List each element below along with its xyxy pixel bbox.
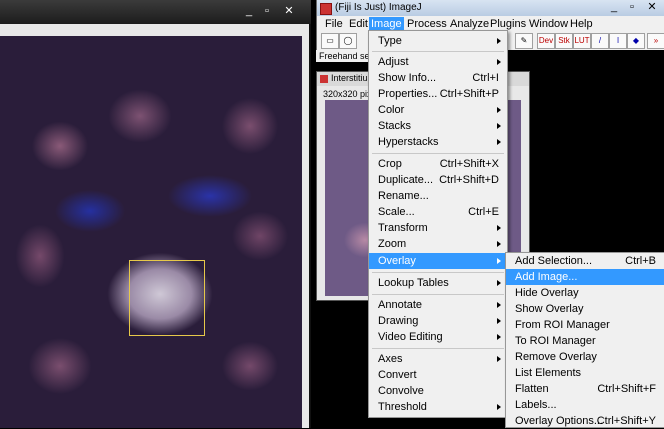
menu-separator — [372, 51, 504, 52]
chevron-right-icon — [497, 258, 501, 264]
menu-item-show-info[interactable]: Show Info... Ctrl+I — [369, 70, 507, 86]
fiji-app-icon — [320, 3, 332, 15]
menu-item-video-editing[interactable]: Video Editing — [369, 329, 507, 345]
menu-item-hyperstacks[interactable]: Hyperstacks — [369, 134, 507, 150]
menu-plugins[interactable]: Plugins — [488, 17, 528, 31]
minimize-icon[interactable]: _ — [240, 4, 258, 18]
chevron-right-icon — [497, 318, 501, 324]
menu-separator — [372, 294, 504, 295]
menu-separator — [372, 272, 504, 273]
dropper-tool-icon[interactable]: ✎ — [515, 33, 533, 49]
menu-process[interactable]: Process — [405, 17, 449, 31]
menu-item-flatten[interactable]: Flatten Ctrl+Shift+F — [506, 381, 664, 397]
rectangle-tool-icon[interactable]: ▭ — [321, 33, 339, 49]
menu-item-crop[interactable]: Crop Ctrl+Shift+X — [369, 156, 507, 172]
menu-item-hide-overlay[interactable]: Hide Overlay — [506, 285, 664, 301]
fiji-title: (Fiji Is Just) ImageJ — [335, 2, 422, 13]
menu-item-duplicate[interactable]: Duplicate... Ctrl+Shift+D — [369, 172, 507, 188]
menu-item-lookup-tables[interactable]: Lookup Tables — [369, 275, 507, 291]
menu-item-type[interactable]: Type — [369, 33, 507, 49]
image-menu: Type Adjust Show Info... Ctrl+I Propertie… — [368, 30, 508, 418]
menu-item-overlay[interactable]: Overlay — [369, 253, 507, 269]
menu-item-list-elements[interactable]: List Elements — [506, 365, 664, 381]
chevron-right-icon — [497, 334, 501, 340]
menu-item-to-roi-manager[interactable]: To ROI Manager — [506, 333, 664, 349]
menu-item-rename[interactable]: Rename... — [369, 188, 507, 204]
menu-item-adjust[interactable]: Adjust — [369, 54, 507, 70]
roi-rectangle[interactable] — [129, 260, 205, 336]
flood-fill-icon[interactable]: ◆ — [627, 33, 645, 49]
menu-item-overlay-options[interactable]: Overlay Options... Ctrl+Shift+Y — [506, 413, 664, 429]
chevron-right-icon — [497, 123, 501, 129]
menu-item-stacks[interactable]: Stacks — [369, 118, 507, 134]
fiji-titlebar[interactable]: (Fiji Is Just) ImageJ _ ▫ ✕ — [317, 0, 664, 16]
menu-item-zoom[interactable]: Zoom — [369, 236, 507, 252]
lut-tool-button[interactable]: LUT — [573, 33, 591, 49]
chevron-right-icon — [497, 302, 501, 308]
chevron-right-icon — [497, 38, 501, 44]
menu-item-remove-overlay[interactable]: Remove Overlay — [506, 349, 664, 365]
menu-item-add-selection[interactable]: Add Selection... Ctrl+B — [506, 253, 664, 269]
menu-item-from-roi-manager[interactable]: From ROI Manager — [506, 317, 664, 333]
menu-item-properties[interactable]: Properties... Ctrl+Shift+P — [369, 86, 507, 102]
chevron-right-icon — [497, 225, 501, 231]
close-icon[interactable]: ✕ — [643, 0, 661, 14]
second-window-title: Interstitiu — [331, 73, 368, 83]
menu-file[interactable]: File — [323, 17, 345, 31]
menu-edit[interactable]: Edit — [347, 17, 370, 31]
menu-separator — [372, 348, 504, 349]
brush-tool-icon[interactable]: ǀ — [609, 33, 627, 49]
menu-image[interactable]: Image — [369, 17, 404, 31]
oval-tool-icon[interactable]: ◯ — [339, 33, 357, 49]
menu-item-scale[interactable]: Scale... Ctrl+E — [369, 204, 507, 220]
close-icon[interactable]: ✕ — [280, 4, 298, 18]
menu-item-transform[interactable]: Transform — [369, 220, 507, 236]
dev-tool-button[interactable]: Dev — [537, 33, 555, 49]
menu-item-annotate[interactable]: Annotate — [369, 297, 507, 313]
overlay-submenu: Add Selection... Ctrl+B Add Image... Hide… — [505, 252, 664, 428]
left-window-titlebar[interactable]: _ ▫ ✕ — [0, 0, 311, 24]
menu-item-threshold[interactable]: Threshold — [369, 399, 507, 415]
menu-separator — [372, 153, 504, 154]
menu-item-show-overlay[interactable]: Show Overlay — [506, 301, 664, 317]
chevron-right-icon — [497, 241, 501, 247]
pencil-tool-icon[interactable]: / — [591, 33, 609, 49]
chevron-right-icon — [497, 356, 501, 362]
menu-window[interactable]: Window — [527, 17, 570, 31]
left-image-window: _ ▫ ✕ — [0, 0, 311, 428]
menu-item-labels[interactable]: Labels... — [506, 397, 664, 413]
image-window-icon — [320, 75, 328, 83]
menu-help[interactable]: Help — [568, 17, 595, 31]
chevron-right-icon — [497, 107, 501, 113]
stk-tool-button[interactable]: Stk — [555, 33, 573, 49]
menu-item-convert[interactable]: Convert — [369, 367, 507, 383]
menubar: File Edit Image Process Analyze Plugins … — [317, 17, 664, 31]
chevron-right-icon — [497, 404, 501, 410]
maximize-icon[interactable]: ▫ — [258, 4, 276, 18]
minimize-icon[interactable]: _ — [605, 0, 623, 14]
more-tools-icon[interactable]: » — [647, 33, 664, 49]
menu-item-add-image[interactable]: Add Image... — [506, 269, 664, 285]
chevron-right-icon — [497, 139, 501, 145]
chevron-right-icon — [497, 280, 501, 286]
tissue-image-canvas[interactable] — [0, 36, 302, 428]
menu-analyze[interactable]: Analyze — [448, 17, 491, 31]
menu-item-convolve[interactable]: Convolve — [369, 383, 507, 399]
chevron-right-icon — [497, 59, 501, 65]
menu-item-color[interactable]: Color — [369, 102, 507, 118]
maximize-icon[interactable]: ▫ — [623, 0, 641, 14]
menu-item-drawing[interactable]: Drawing — [369, 313, 507, 329]
menu-item-axes[interactable]: Axes — [369, 351, 507, 367]
